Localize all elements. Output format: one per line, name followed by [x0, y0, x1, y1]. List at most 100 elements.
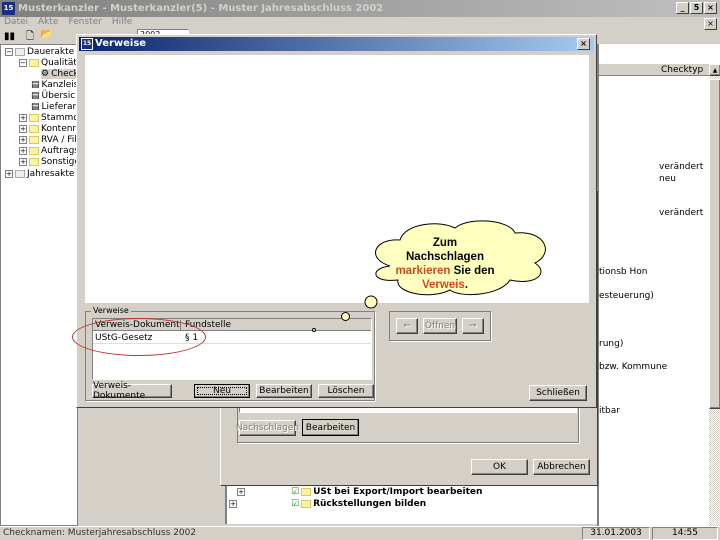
ok-button[interactable]: OK — [471, 459, 528, 475]
close-dialog-button[interactable]: Schließen — [529, 385, 587, 401]
toolbar-icon[interactable]: ▮▮ — [4, 31, 15, 42]
app-icon: 15 — [81, 38, 93, 50]
cell-text: rung) — [599, 339, 624, 349]
dialog-title: Verweise — [95, 38, 147, 49]
tree-row[interactable]: + — [229, 500, 237, 508]
folder-icon — [29, 59, 39, 67]
collapse-icon[interactable]: − — [5, 48, 13, 56]
cell-text: verändert — [659, 162, 704, 172]
cell-text: esteuerung) — [599, 291, 654, 301]
callout-highlight: Verweis — [421, 279, 465, 291]
tree-label: Dauerakte — [27, 47, 75, 57]
menu-datei[interactable]: Datei — [4, 17, 28, 29]
edit-verweis-button[interactable]: Bearbeiten — [256, 384, 312, 398]
checklist-pane: Checktyp ▲ verändert neu verändert tions… — [597, 44, 720, 526]
status-time: 14:55 — [652, 527, 718, 540]
checklist-tree: + ☑ USt bei Export/Import bearbeiten + ☑ R… — [225, 486, 597, 524]
document-icon: ▤ — [31, 102, 40, 112]
group-label: Verweise — [91, 306, 131, 315]
expand-icon[interactable]: + — [19, 147, 27, 155]
tree-item-qualitaet[interactable]: − Qualitäts — [19, 58, 82, 68]
callout-text-part: Sie den — [450, 265, 495, 277]
collapse-icon[interactable]: − — [19, 59, 27, 67]
maximize-button[interactable]: 5 — [690, 2, 703, 14]
folder-icon — [29, 147, 39, 155]
callout-line: Nachschlagen — [406, 251, 484, 263]
callout-line: Verweis. — [380, 278, 510, 292]
scroll-thumb[interactable] — [709, 79, 720, 409]
edit-button[interactable]: Bearbeiten — [302, 419, 359, 436]
scroll-up-button[interactable]: ▲ — [709, 64, 720, 76]
status-bar: Checknamen: Musterjahresabschluss 2002 3… — [0, 526, 720, 540]
dialog-title-bar: 15 Verweise × — [79, 37, 594, 51]
vertical-scrollbar[interactable]: ▲ — [709, 64, 720, 526]
menu-akte[interactable]: Akte — [38, 17, 58, 29]
open-icon[interactable]: 📂 — [40, 29, 52, 40]
highlight-ellipse — [72, 318, 206, 356]
tree-label: Jahresakte — [27, 169, 75, 179]
tree-item-jahresakte[interactable]: + Jahresakte — [5, 169, 74, 179]
tree-row[interactable]: + — [237, 488, 245, 496]
column-header[interactable]: Checktyp — [599, 64, 709, 76]
tree-item-sonstiges[interactable]: + Sonstiges — [19, 157, 85, 167]
tree-label: USt bei Export/Import bearbeiten — [313, 487, 483, 497]
tree-row-ust[interactable]: ☑ USt bei Export/Import bearbeiten — [291, 487, 482, 497]
expand-icon[interactable]: + — [237, 488, 245, 496]
column-header-checktyp: Checktyp — [661, 65, 704, 75]
minimize-button[interactable]: _ — [676, 2, 689, 14]
verweis-dokumente-button[interactable]: Verweis-Dokumente — [92, 381, 172, 401]
tree-label: Rückstellungen bilden — [313, 499, 427, 509]
tree-label: RVA / Fil — [41, 135, 77, 145]
menu-bar: Datei Akte Fenster Hilfe — [0, 17, 720, 29]
checkmark-icon: ☑ — [291, 487, 300, 497]
cell-text: bzw. Kommune — [599, 362, 668, 372]
document-icon: ▤ — [31, 91, 40, 101]
tree-row-rueckstellungen[interactable]: ☑ Rückstellungen bilden — [291, 499, 426, 509]
expand-icon[interactable]: + — [19, 158, 27, 166]
expand-icon[interactable]: + — [229, 500, 237, 508]
callout-line: Zum — [432, 237, 458, 249]
folder-icon — [29, 114, 39, 122]
cloud-bubble — [341, 312, 350, 321]
menu-fenster[interactable]: Fenster — [68, 17, 101, 29]
tree-item-rva[interactable]: + RVA / Fil — [19, 135, 77, 145]
cancel-button[interactable]: Abbrechen — [533, 459, 590, 475]
status-date: 31.01.2003 — [582, 527, 650, 540]
folder-icon — [15, 170, 25, 178]
close-app-button[interactable]: × — [704, 2, 717, 14]
expand-icon[interactable]: + — [19, 125, 27, 133]
dialog-close-button[interactable]: × — [577, 38, 590, 50]
cell-text: neu — [659, 174, 676, 184]
folder-icon — [29, 125, 39, 133]
folder-icon — [29, 136, 39, 144]
app-title-bar: 15 Musterkanzler - Musterkanzler(5) - Mu… — [0, 0, 720, 17]
new-button[interactable]: Neu — [194, 384, 250, 398]
cell-text: itbar — [599, 406, 620, 416]
cloud-bubble — [364, 295, 378, 309]
callout-highlight: markieren — [395, 265, 451, 277]
expand-icon[interactable]: + — [5, 170, 13, 178]
delete-button[interactable]: Löschen — [318, 384, 374, 398]
expand-icon[interactable]: + — [19, 114, 27, 122]
cell-text: verändert — [659, 208, 704, 218]
tree-item-dauerakte[interactable]: − Dauerakte — [5, 47, 74, 57]
menu-hilfe[interactable]: Hilfe — [112, 17, 132, 29]
folder-icon — [301, 500, 312, 508]
cloud-bubble — [312, 328, 316, 332]
status-text: Checknamen: Musterjahresabschluss 2002 — [3, 528, 197, 538]
callout-text: Zum Nachschlagen markieren Sie den Verwe… — [380, 236, 510, 292]
folder-icon — [15, 48, 25, 56]
cell-text: tionsb Hon — [599, 267, 648, 277]
callout-text-part: . — [464, 279, 469, 291]
gear-icon: ⚙ — [41, 69, 50, 79]
navigation-tree: − Dauerakte − Qualitäts ⚙ Checkl ▤ Kanzleist… — [0, 44, 88, 526]
folder-icon — [301, 488, 312, 496]
callout-line: markieren Sie den — [380, 264, 510, 278]
app-title: Musterkanzler - Musterkanzler(5) - Muste… — [18, 3, 384, 14]
document-icon: ▤ — [31, 80, 40, 90]
checkmark-icon: ☑ — [291, 499, 300, 509]
folder-icon — [29, 158, 39, 166]
lookup-button[interactable]: Nachschlagen — [236, 420, 299, 436]
app-icon: 15 — [2, 2, 15, 15]
expand-icon[interactable]: + — [19, 136, 27, 144]
